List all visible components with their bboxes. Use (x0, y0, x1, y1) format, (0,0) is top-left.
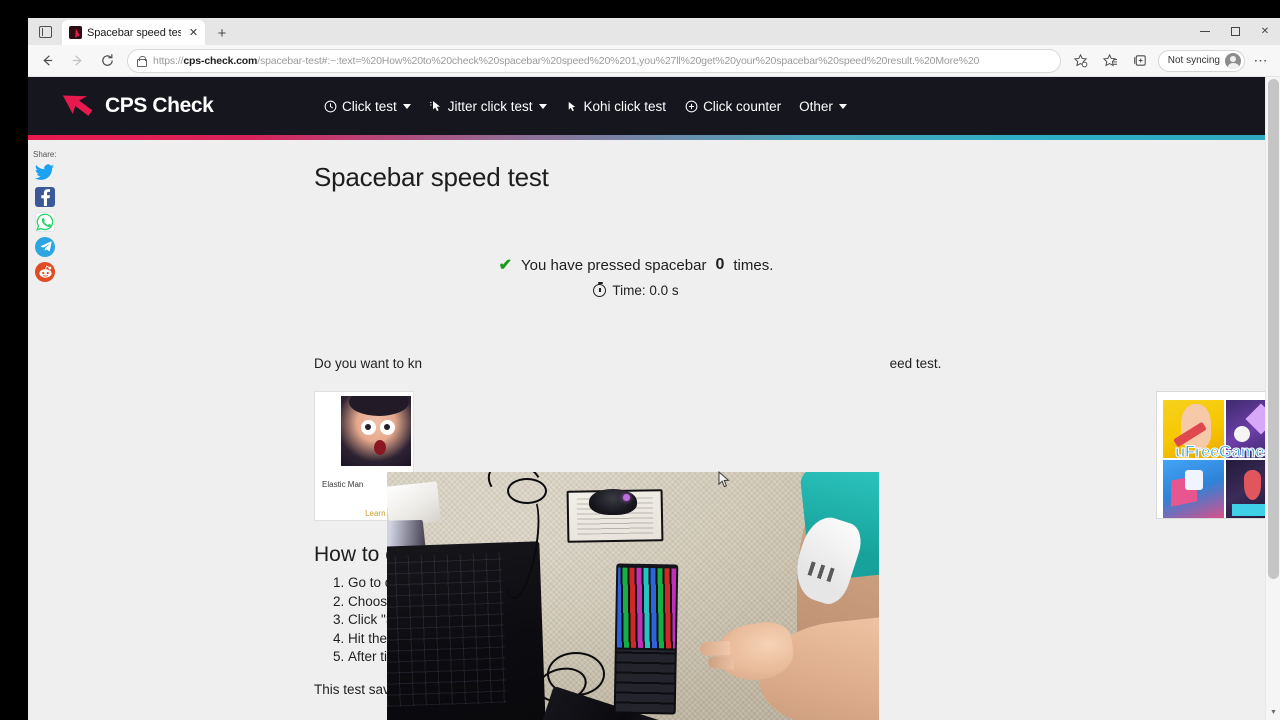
nav-label: Other (799, 98, 833, 114)
tab-title: Spacebar speed test | 10 seconds (87, 26, 181, 39)
page-viewport: CPS Check Click test Jitter click test K… (28, 77, 1280, 720)
page-scrollbar[interactable]: ▲ ▼ (1265, 77, 1280, 720)
stopwatch-icon (593, 281, 607, 297)
nav-item-click-counter[interactable]: Click counter (684, 99, 781, 114)
cursor-icon (565, 99, 579, 113)
intro-paragraph: Do you want to kn eed test. (314, 356, 986, 371)
press-count: 0 (715, 256, 725, 273)
nav-label: Kohi click test (583, 98, 667, 114)
new-tab-button[interactable]: + (209, 21, 235, 45)
nav-label: Jitter click test (447, 98, 533, 114)
avatar-icon (1225, 52, 1241, 69)
chevron-down-icon (838, 103, 847, 109)
time-value: Time: 0.0 s (612, 283, 679, 298)
forward-arrow-icon (63, 48, 92, 74)
chevron-down-icon (538, 103, 547, 109)
plus-circle-icon (684, 99, 698, 113)
site-header: CPS Check Click test Jitter click test K… (28, 77, 1280, 135)
cps-check-favicon (69, 26, 82, 39)
minimize-button[interactable] (1190, 18, 1220, 45)
nav-item-kohi-click-test[interactable]: Kohi click test (565, 98, 667, 114)
share-facebook-icon[interactable] (35, 187, 55, 207)
close-window-button[interactable]: ✕ (1250, 18, 1280, 45)
close-icon[interactable]: ✕ (186, 25, 201, 40)
tab-strip: Spacebar speed test | 10 seconds ✕ + ✕ (28, 18, 1280, 45)
share-whatsapp-icon[interactable] (35, 212, 55, 232)
share-telegram-icon[interactable] (35, 237, 55, 257)
url-text: https://cps-check.com/spacebar-test#:~:t… (153, 54, 980, 67)
nav-item-other[interactable]: Other (799, 99, 847, 114)
press-prefix: You have pressed spacebar (521, 256, 707, 274)
scrollbar-thumb[interactable] (1268, 79, 1279, 579)
ad-right[interactable]: uFreeGames ✕ (1156, 391, 1280, 519)
window-controls: ✕ (1190, 18, 1280, 45)
ad-right-brand: uFreeGames (1174, 441, 1274, 461)
press-count-line: ✔ You have pressed spacebar 0 times. (499, 255, 774, 275)
profile-button[interactable]: Not syncing (1157, 49, 1245, 72)
nav-item-click-test[interactable]: Click test (323, 99, 411, 114)
cursor-arrow-logo (53, 83, 99, 129)
nav-label: Click test (342, 98, 397, 114)
intro-end: eed test. (889, 356, 942, 371)
intro-start: Do you want to kn (314, 356, 423, 371)
browser-tab[interactable]: Spacebar speed test | 10 seconds ✕ (62, 20, 205, 45)
timer-line: Time: 0.0 s (593, 281, 679, 298)
maximize-button[interactable] (1220, 18, 1250, 45)
mouse-pointer (718, 470, 731, 494)
share-reddit-icon[interactable] (35, 262, 55, 282)
nav-label: Click counter (703, 98, 782, 114)
brand[interactable]: CPS Check (53, 83, 323, 129)
ad-left-thumbnail (341, 396, 411, 466)
lock-icon (136, 55, 147, 67)
share-label: Share: (33, 150, 57, 159)
screen: Spacebar speed test | 10 seconds ✕ + ✕ (0, 0, 1280, 720)
jitter-cursor-icon (429, 99, 443, 113)
webcam-video-overlay[interactable] (387, 472, 879, 720)
page-body: Share: Spacebar speed test ✔ You have pr… (28, 140, 1280, 720)
reload-icon[interactable] (93, 48, 122, 74)
profile-label: Not syncing (1167, 55, 1220, 66)
scroll-down-icon[interactable]: ▼ (1266, 705, 1280, 720)
green-check-icon: ✔ (498, 257, 513, 274)
favorites-hub-icon[interactable] (1096, 48, 1125, 74)
browser-window: Spacebar speed test | 10 seconds ✕ + ✕ (28, 18, 1280, 720)
page-title: Spacebar speed test (314, 162, 549, 192)
add-favorite-icon[interactable] (1066, 48, 1095, 74)
share-twitter-icon[interactable] (35, 162, 55, 182)
vertical-tabs-icon[interactable] (28, 18, 62, 45)
press-suffix: times. (733, 256, 774, 274)
address-bar[interactable]: https://cps-check.com/spacebar-test#:~:t… (127, 48, 1061, 73)
browser-toolbar: https://cps-check.com/spacebar-test#:~:t… (28, 45, 1280, 77)
more-settings-icon[interactable]: ⋯ (1246, 48, 1275, 74)
chevron-down-icon (402, 103, 411, 109)
share-rail: Share: (28, 140, 58, 287)
collections-icon[interactable] (1126, 48, 1155, 74)
brand-name: CPS Check (105, 94, 214, 117)
nav-item-jitter-click-test[interactable]: Jitter click test (429, 99, 547, 114)
clock-icon (323, 99, 337, 113)
spacebar-test-panel[interactable]: ✔ You have pressed spacebar 0 times. Tim… (286, 255, 986, 302)
site-nav: Click test Jitter click test Kohi click … (323, 99, 847, 114)
back-arrow-icon[interactable] (33, 48, 62, 74)
